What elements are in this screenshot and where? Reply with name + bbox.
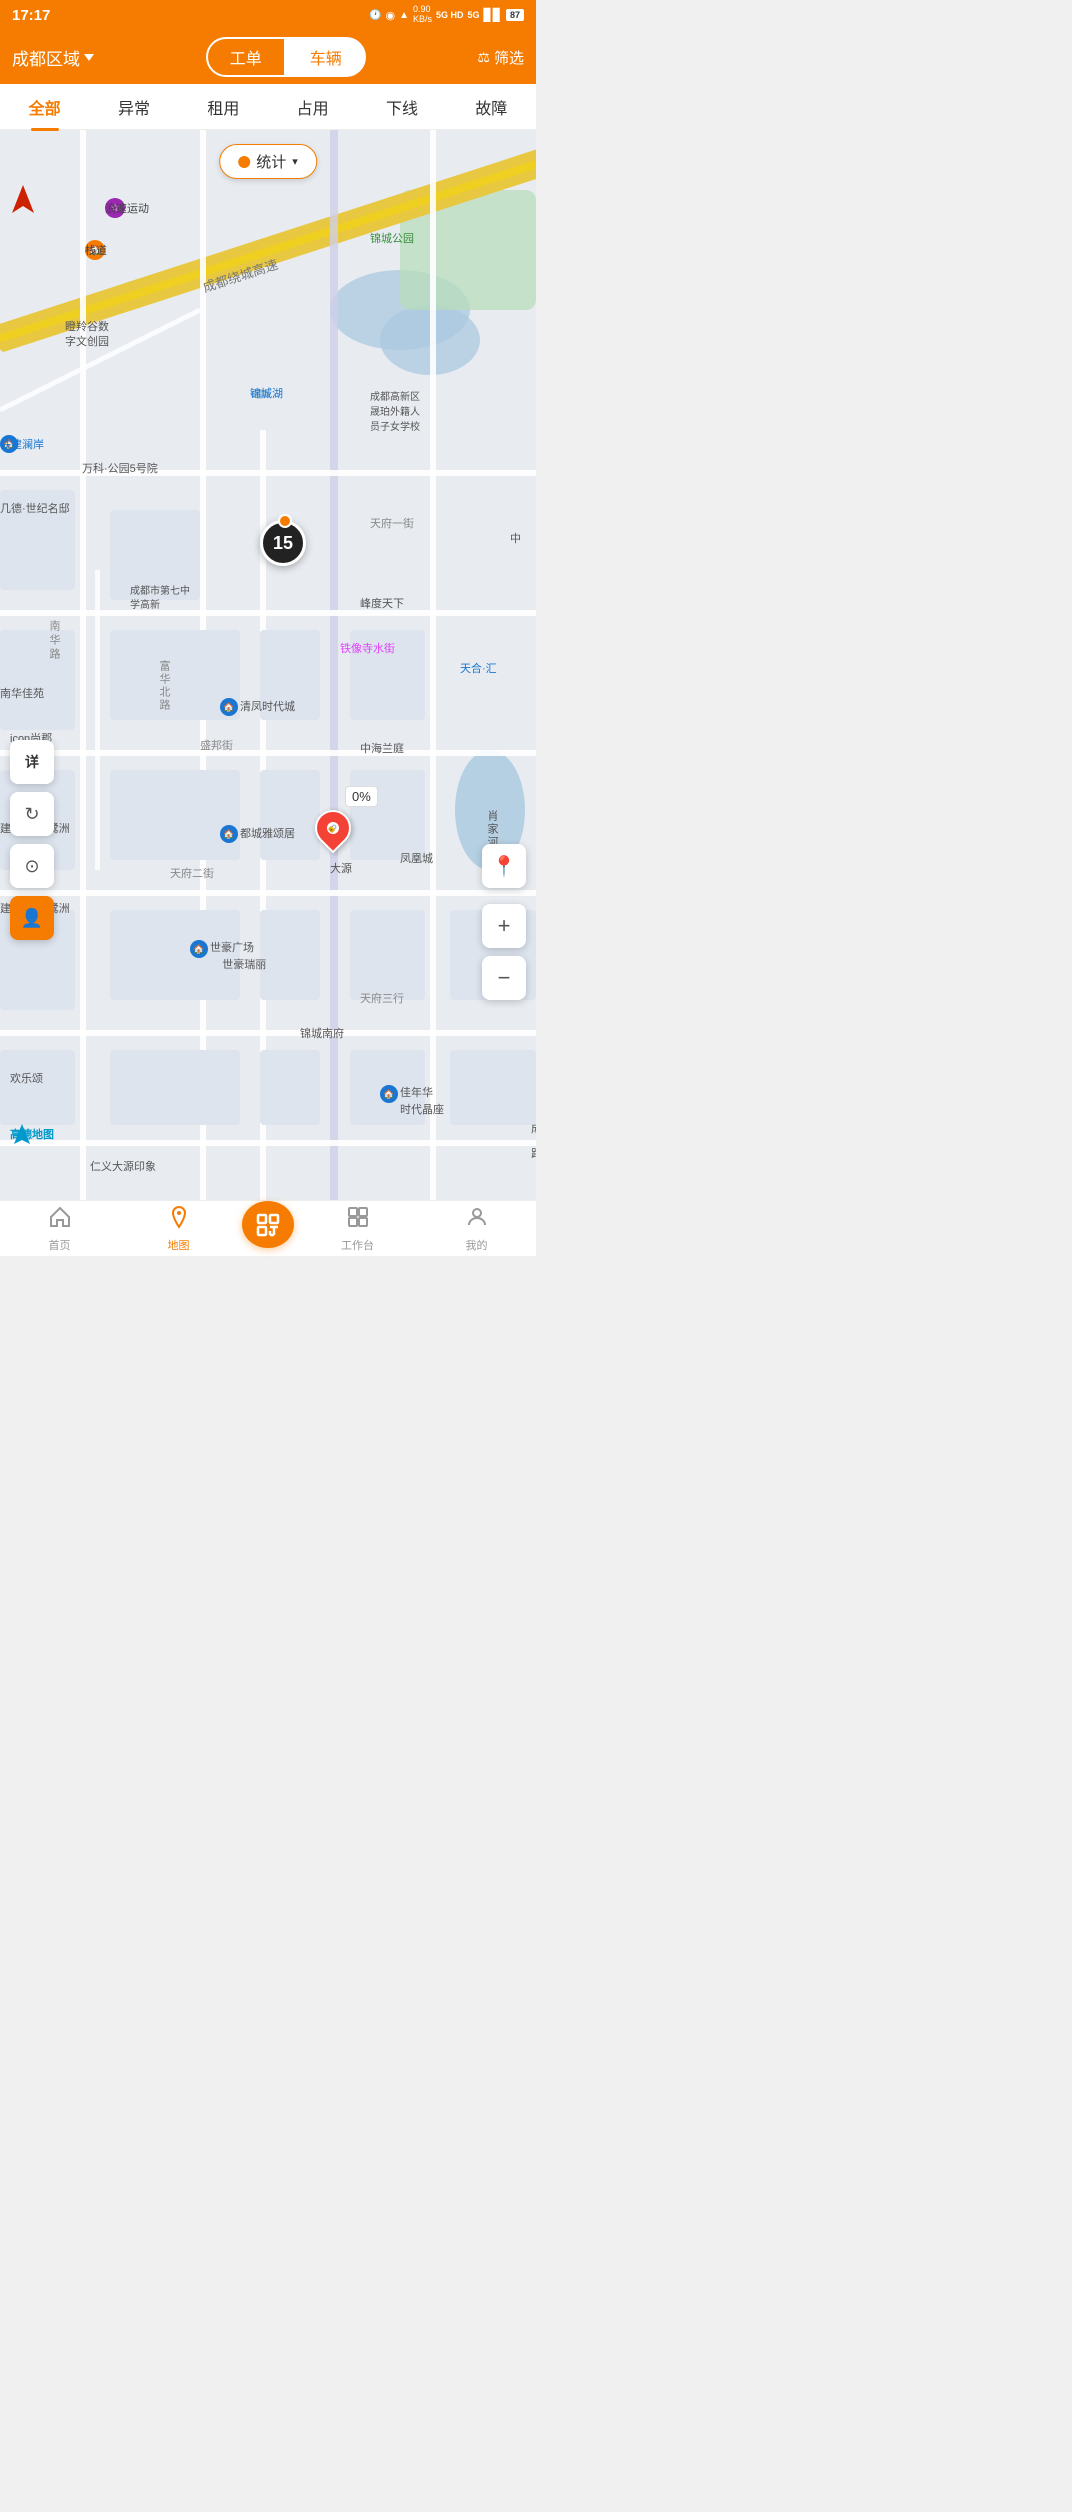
filter-button[interactable]: ⚖ 筛选: [477, 47, 524, 68]
user-location-button[interactable]: 👤: [10, 896, 54, 940]
bottom-nav: 首页 地图: [0, 1200, 536, 1256]
right-controls: 📍 + −: [482, 844, 526, 1000]
detail-button[interactable]: 详: [10, 740, 54, 784]
map-container[interactable]: 统计 ▾ 15 🔒 0% ☆ 浪速运动 🏠 栈道: [0, 130, 536, 1200]
zoom-out-button[interactable]: −: [482, 956, 526, 1000]
zoom-in-button[interactable]: +: [482, 904, 526, 948]
nav-mine-label: 我的: [466, 1237, 488, 1253]
poi-ducheng: 🏠 都城雅颂居: [220, 825, 240, 843]
workbench-icon: [346, 1205, 370, 1235]
vehicle-marker[interactable]: 🔒 0%: [315, 810, 351, 846]
poi-jiannianhua: 🏠 佳年华时代晶座: [380, 1085, 400, 1103]
map-icon: [167, 1205, 191, 1235]
stats-chevron-icon: ▾: [292, 155, 298, 168]
nav-mine[interactable]: 我的: [417, 1201, 536, 1256]
header: 成都区域 工单 车辆 ⚖ 筛选: [0, 30, 536, 84]
status-bar: 17:17 🕐 ◉ ▲ 0.90KB/s 5G HD 5G ▊▊ 87: [0, 0, 536, 30]
battery-level: 87: [506, 9, 524, 21]
minus-icon: −: [498, 965, 511, 991]
tab-offline[interactable]: 下线: [357, 83, 446, 131]
tab-group: 工单 车辆: [104, 37, 467, 77]
chevron-down-icon: [84, 54, 94, 61]
map-svg: [0, 130, 536, 1200]
status-icons: 🕐 ◉ ▲ 0.90KB/s 5G HD 5G ▊▊ 87: [369, 5, 524, 25]
home-icon: [48, 1205, 72, 1235]
nav-scan[interactable]: [238, 1201, 298, 1256]
poi-langsu: ☆ 浪速运动: [105, 198, 127, 218]
refresh-button[interactable]: ↻: [10, 792, 54, 836]
tab-fault[interactable]: 故障: [447, 83, 536, 131]
tab-all[interactable]: 全部: [0, 83, 89, 131]
nav-workbench-label: 工作台: [341, 1237, 374, 1253]
poi-icon-blue4: 🏠: [190, 940, 208, 958]
poi-qingfeng: 🏠 清凤时代城: [220, 698, 240, 716]
tab-abnormal[interactable]: 异常: [89, 83, 178, 131]
poi-zhandao: 🏠 栈道: [85, 240, 107, 260]
signal-5g: 5G: [468, 10, 480, 20]
locate-me-button[interactable]: ⊙: [10, 844, 54, 888]
gps-icon: ◉: [385, 9, 395, 22]
direction-arrow: [12, 185, 34, 218]
percent-badge: 0%: [345, 786, 378, 807]
plus-icon: +: [498, 913, 511, 939]
left-controls: 详 ↻ ⊙ 👤: [10, 740, 54, 940]
nav-map-label: 地图: [168, 1237, 190, 1253]
gaode-logo: 高德地图: [10, 1122, 34, 1146]
tab-occupied[interactable]: 占用: [268, 83, 357, 131]
signal-bars: ▊▊: [484, 8, 502, 22]
user-icon: 👤: [21, 908, 43, 929]
poi-jinchenghu: 锦城湖: [250, 385, 270, 403]
poi-icon-blue2: 🏠: [220, 698, 238, 716]
signal-5g-hd: 5G HD: [436, 10, 464, 20]
poi-icon-blue5: 🏠: [380, 1085, 398, 1103]
poi-icon-blue3: 🏠: [220, 825, 238, 843]
locate-icon: ⊙: [24, 856, 39, 877]
nav-home-label: 首页: [49, 1237, 71, 1253]
tab-rental[interactable]: 租用: [179, 83, 268, 131]
nav-map[interactable]: 地图: [119, 1201, 238, 1256]
region-selector[interactable]: 成都区域: [12, 45, 94, 70]
stats-button[interactable]: 统计 ▾: [219, 144, 317, 179]
refresh-icon: ↻: [24, 804, 39, 825]
network-speed: 0.90KB/s: [413, 5, 432, 25]
mine-icon: [465, 1205, 489, 1235]
clock-icon: 🕐: [369, 10, 381, 21]
region-label: 成都区域: [12, 45, 80, 70]
scan-icon: [254, 1211, 282, 1239]
pin-icon: 📍: [492, 854, 517, 879]
filter-icon: ⚖: [477, 49, 490, 66]
stats-label: 统计: [256, 151, 286, 172]
workorder-tab[interactable]: 工单: [206, 37, 286, 77]
scan-button[interactable]: [242, 1201, 294, 1248]
filter-tabs: 全部 异常 租用 占用 下线 故障: [0, 84, 536, 130]
cluster-pin-icon: [278, 514, 292, 528]
wifi-icon: ▲: [399, 10, 409, 21]
stats-dot-icon: [238, 156, 250, 168]
nav-home[interactable]: 首页: [0, 1201, 119, 1256]
poi-tiejian: 🏠 铁建澜岸: [0, 435, 20, 453]
filter-label: 筛选: [494, 47, 524, 68]
save-location-button[interactable]: 📍: [482, 844, 526, 888]
status-time: 17:17: [12, 7, 50, 24]
nav-workbench[interactable]: 工作台: [298, 1201, 417, 1256]
vehicle-tab[interactable]: 车辆: [286, 37, 366, 77]
poi-shihao: 🏠 世豪广场 世豪瑞丽: [190, 940, 210, 958]
